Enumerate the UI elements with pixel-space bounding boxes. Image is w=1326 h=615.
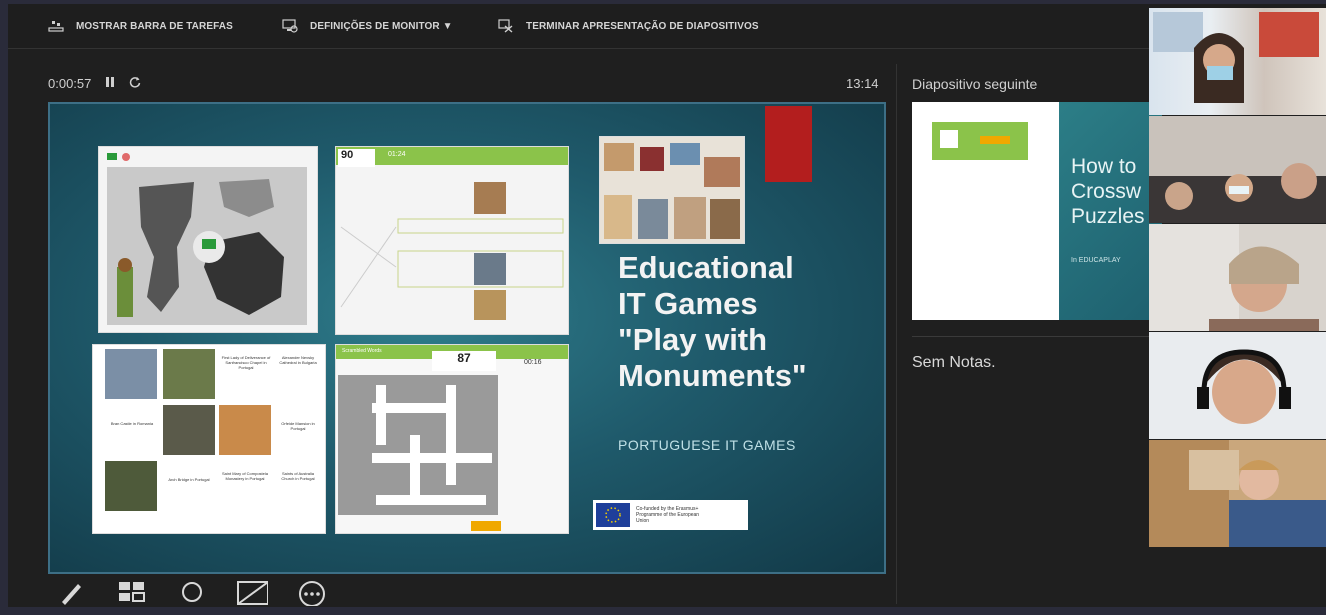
monuments-collage: [599, 136, 745, 244]
taskbar-icon: [48, 19, 64, 33]
participant-tile-3[interactable]: [1149, 224, 1326, 331]
participant-tile-4[interactable]: [1149, 332, 1326, 439]
pairs-game-thumbnail: First Lady of Deliverance of Sanfrancisc…: [92, 344, 326, 534]
show-taskbar-label: MOSTRAR BARRA DE TAREFAS: [76, 20, 233, 32]
match-game-thumbnail: 90 01:24: [335, 146, 569, 335]
participant-tile-1[interactable]: [1149, 8, 1326, 115]
participant-tile-2[interactable]: [1149, 116, 1326, 223]
presenter-view: MOSTRAR BARRA DE TAREFAS DEFINIÇÕES DE M…: [8, 4, 1326, 607]
pause-icon[interactable]: [105, 76, 115, 91]
accent-red-block: [765, 106, 812, 182]
panel-divider: [896, 64, 897, 604]
elapsed-time: 0:00:57: [48, 76, 92, 91]
end-slideshow-label: TERMINAR APRESENTAÇÃO DE DIAPOSITIVOS: [526, 20, 759, 32]
pair-cell-2: Alexander Nevsky Cathedral in Bulgaria: [279, 355, 317, 365]
pair-cell-3: Bran Castle in Romania: [110, 421, 154, 426]
eu-funding-logo: Co-funded by the Erasmus+ Programme of t…: [593, 500, 748, 530]
video-participants: [1149, 8, 1326, 548]
zoom-icon[interactable]: [176, 578, 208, 606]
end-slideshow-icon: [498, 19, 514, 33]
pen-tool-icon[interactable]: [56, 578, 88, 606]
pair-cell-7: Saints of Australia Church in Portugal: [281, 471, 315, 481]
show-taskbar-button[interactable]: MOSTRAR BARRA DE TAREFAS: [48, 17, 233, 35]
next-slide-preview[interactable]: How to Crossw Puzzles In EDUCAPLAY: [912, 102, 1162, 320]
monitor-settings-button[interactable]: DEFINIÇÕES DE MONITOR ▼: [282, 17, 453, 35]
crossword-thumbnail: Scrambled Words 87 00:16: [335, 344, 569, 534]
pair-cell-1: First Lady of Deliverance of Sanfrancisc…: [221, 355, 271, 370]
monitor-settings-label: DEFINIÇÕES DE MONITOR ▼: [310, 20, 453, 32]
speaker-notes: Sem Notas.: [912, 354, 996, 371]
next-slide-title: How to Crossw Puzzles: [1071, 155, 1145, 228]
current-slide: 90 01:24 First Lady of Deliverance of Sa…: [48, 102, 886, 574]
slide-title: Educational IT Games "Play with Monument…: [618, 250, 807, 393]
next-slide-label: Diapositivo seguinte: [912, 76, 1038, 92]
next-slide-logo: [932, 122, 1028, 160]
notes-divider: [912, 336, 1162, 337]
monitor-icon: [282, 19, 298, 33]
eu-flag-icon: [596, 503, 630, 527]
participant-tile-5[interactable]: [1149, 440, 1326, 547]
slide-tools: [56, 578, 328, 606]
pair-cell-4: Orfeide Mansion in Portugal: [281, 421, 315, 431]
see-all-slides-icon[interactable]: [116, 578, 148, 606]
slide-subtitle: PORTUGUESE IT GAMES: [618, 437, 796, 453]
more-options-icon[interactable]: [296, 578, 328, 606]
end-slideshow-button[interactable]: TERMINAR APRESENTAÇÃO DE DIAPOSITIVOS: [498, 17, 759, 35]
eu-funding-text: Co-funded by the Erasmus+ Programme of t…: [636, 506, 700, 524]
next-slide-panel: How to Crossw Puzzles In EDUCAPLAY: [1059, 102, 1162, 320]
next-slide-small: In EDUCAPLAY: [1071, 257, 1121, 264]
current-time: 13:14: [846, 76, 879, 91]
reset-timer-icon[interactable]: [129, 76, 141, 91]
presenter-toolbar: MOSTRAR BARRA DE TAREFAS DEFINIÇÕES DE M…: [8, 4, 1326, 49]
black-screen-icon[interactable]: [236, 578, 268, 606]
map-game-thumbnail: [98, 146, 318, 333]
pair-cell-5: Arch Bridge in Portugal: [168, 477, 210, 482]
pair-cell-6: Saint Mary of Compostela Monastery in Po…: [221, 471, 269, 481]
timer-controls: 0:00:57: [48, 76, 141, 91]
